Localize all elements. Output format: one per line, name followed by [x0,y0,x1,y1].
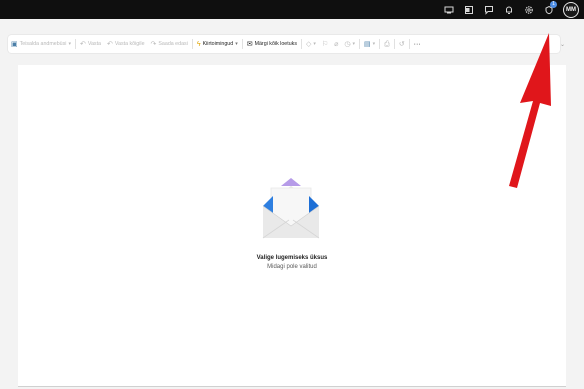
reply-all-label: Vasta kõigile [114,41,145,47]
clock-icon: ◷ [344,40,351,48]
ribbon-divider [408,39,410,49]
word-icon[interactable] [459,0,479,19]
undo-icon: ↺ [398,40,405,48]
ribbon-divider [241,39,243,49]
premium-icon[interactable]: 1 [539,0,559,19]
forward-button[interactable]: ↷ Saada edasi [148,35,191,53]
reply-all-button[interactable]: ↶ Vasta kõigile [104,35,148,53]
flag-button[interactable]: ⚐ [319,35,331,53]
reply-button[interactable]: ↶ Vasta [77,35,104,53]
pin-icon: ⌀ [334,40,339,48]
mark-all-read-label: Märgi kõik loetuks [254,41,297,47]
view-button[interactable]: ▤ ▾ [361,35,378,53]
chevron-down-icon: ▾ [235,41,238,47]
top-bar: 1 MM [0,0,584,19]
reply-icon: ↶ [79,40,86,48]
ribbon-divider [359,39,360,49]
snooze-button[interactable]: ◷ ▾ [341,35,358,53]
top-bar-icons: 1 MM [439,0,582,19]
tag-button[interactable]: ◇ ▾ [303,35,319,53]
reply-label: Vasta [87,41,101,47]
ribbon-divider [300,39,302,49]
move-to-button[interactable]: ▣ Teisalda andmebüsi ▾ [8,35,74,53]
quick-steps-button[interactable]: ϟ Kiirtoimingud ▾ [194,35,241,53]
mark-read-icon: ✉ [246,40,253,48]
reading-pane-border [18,386,566,387]
view-icon: ▤ [364,40,371,48]
ribbon-divider [393,39,395,49]
chevron-down-icon: ▾ [352,41,355,47]
bell-icon[interactable] [499,0,519,19]
pin-button[interactable]: ⌀ [331,35,341,53]
notification-badge: 1 [550,1,557,8]
ribbon-divider [191,39,193,49]
empty-state-title: Valige lugemiseks üksus [256,255,328,261]
quick-steps-label: Kiirtoimingud [202,41,234,47]
settings-icon[interactable] [519,0,539,19]
ribbon-collapse-icon[interactable]: ⌄ [560,41,565,48]
forward-icon: ↷ [150,40,157,48]
tag-icon: ◇ [305,40,312,48]
ribbon-divider [74,39,76,49]
more-options-button[interactable]: ··· [411,35,424,53]
folder-move-icon: ▣ [11,40,18,48]
forward-label: Saada edasi [158,41,188,47]
left-gutter [0,65,18,389]
flag-icon: ⚐ [321,40,329,48]
print-button[interactable]: ⎙ [381,35,393,53]
present-icon[interactable] [439,0,459,19]
chevron-down-icon: ▾ [372,41,376,47]
print-icon: ⎙ [384,40,390,48]
envelope-illustration [262,178,320,239]
chat-icon[interactable] [479,0,499,19]
ribbon-divider [379,39,381,49]
command-ribbon: ▣ Teisalda andmebüsi ▾ ↶ Vasta ↶ Vasta k… [8,35,560,53]
chevron-down-icon: ▾ [68,41,71,47]
more-icon: ··· [413,40,421,48]
empty-state-subtitle: Midagi pole valitud [267,264,317,270]
quick-steps-icon: ϟ [196,40,201,48]
mark-all-read-button[interactable]: ✉ Märgi kõik loetuks [244,35,300,53]
avatar[interactable]: MM [563,1,579,18]
move-to-label: Teisalda andmebüsi [19,41,67,47]
undo-button[interactable]: ↺ [396,35,408,53]
right-gutter [566,65,584,389]
reply-all-icon: ↶ [107,40,113,48]
chevron-down-icon: ▾ [313,41,316,47]
